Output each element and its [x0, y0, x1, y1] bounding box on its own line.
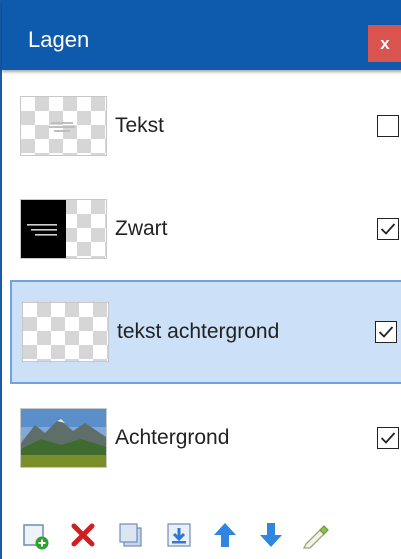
- move-up-icon[interactable]: [210, 520, 240, 550]
- layer-name: Zwart: [115, 217, 168, 240]
- layer-item-zwart[interactable]: Zwart: [10, 176, 401, 282]
- layer-name: Tekst: [115, 114, 165, 137]
- checkmark-icon: [380, 223, 396, 235]
- move-down-icon[interactable]: [256, 520, 286, 550]
- layer-toolbar: [20, 520, 401, 554]
- layers-window: Lagen x Tekst Zwart tekst achtergrond Ac…: [0, 0, 401, 559]
- window-title: Lagen: [28, 27, 90, 52]
- close-button[interactable]: x: [368, 25, 401, 62]
- text-preview-icon: [27, 224, 57, 236]
- layer-item-achtergrond[interactable]: Achtergrond: [10, 385, 401, 491]
- visibility-checkbox[interactable]: [375, 321, 397, 343]
- visibility-checkbox[interactable]: [377, 218, 399, 240]
- merge-down-icon[interactable]: [164, 520, 194, 550]
- layer-item-tekst-achtergrond[interactable]: tekst achtergrond: [10, 280, 401, 384]
- layer-thumbnail: [22, 302, 109, 362]
- layer-thumbnail: [20, 96, 107, 156]
- layer-name: Achtergrond: [115, 426, 230, 449]
- landscape-photo-icon: [21, 409, 106, 467]
- text-preview-icon: [49, 122, 75, 132]
- layer-item-tekst[interactable]: Tekst: [10, 73, 401, 179]
- duplicate-layer-icon[interactable]: [116, 520, 146, 550]
- layer-thumbnail: [20, 408, 107, 468]
- layer-thumbnail: [20, 199, 107, 259]
- checkmark-icon: [378, 326, 394, 338]
- visibility-checkbox[interactable]: [377, 427, 399, 449]
- visibility-checkbox[interactable]: [377, 115, 399, 137]
- checkmark-icon: [380, 432, 396, 444]
- layer-properties-icon[interactable]: [300, 520, 330, 550]
- add-layer-icon[interactable]: [20, 520, 50, 550]
- layer-name: tekst achtergrond: [117, 320, 280, 343]
- title-bar: Lagen x: [2, 0, 401, 70]
- delete-layer-icon[interactable]: [68, 520, 98, 550]
